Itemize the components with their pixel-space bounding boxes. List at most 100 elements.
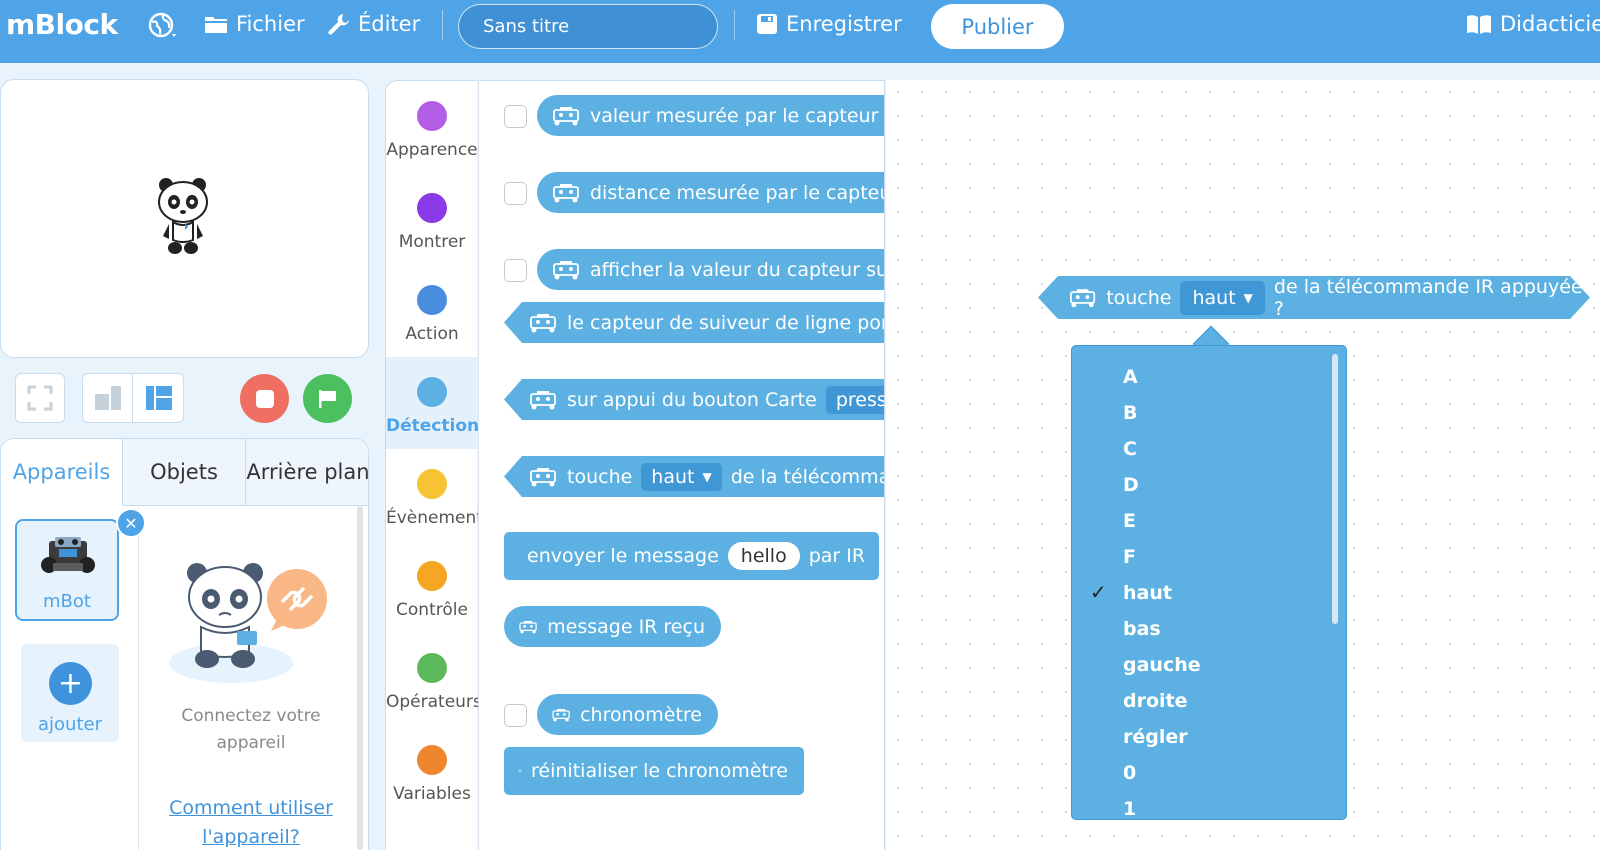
category-action[interactable]: Action xyxy=(386,265,478,357)
file-menu[interactable]: Fichier xyxy=(204,12,305,36)
mbot-icon xyxy=(551,106,581,126)
save-button[interactable]: Enregistrer xyxy=(756,12,902,36)
category-show[interactable]: Montrer xyxy=(386,173,478,265)
disconnected-panda-illustration xyxy=(169,563,327,683)
globe-icon xyxy=(148,12,176,38)
help-link-line-1: Comment utiliser xyxy=(169,797,333,819)
category-variables-dot xyxy=(417,745,447,775)
dropdown-option[interactable]: 1 xyxy=(1123,798,1136,819)
save-icon xyxy=(757,14,777,34)
message-input[interactable]: hello xyxy=(727,542,800,570)
language-button[interactable] xyxy=(148,12,178,40)
project-title-input[interactable] xyxy=(458,4,718,49)
go-button[interactable] xyxy=(303,374,352,423)
device-card-mbot[interactable]: mBot ✕ xyxy=(15,508,146,621)
block-ir-key-pressed[interactable]: touche haut ▼ de la télécomman xyxy=(504,456,884,497)
category-operators-dot xyxy=(417,653,447,683)
block-text: touche xyxy=(1106,286,1172,309)
dropdown-option[interactable]: régler xyxy=(1123,726,1188,748)
mbot-robot-icon xyxy=(41,537,95,573)
book-icon xyxy=(1467,15,1491,34)
dropdown-option[interactable]: D xyxy=(1123,474,1139,496)
publish-button[interactable]: Publier xyxy=(931,4,1064,49)
block-line-follower-port[interactable]: le capteur de suiveur de ligne port xyxy=(504,302,884,343)
tab-backdrop[interactable]: Arrière plan xyxy=(246,439,368,506)
device-panel-scrollbar[interactable] xyxy=(357,506,363,850)
category-show-dot xyxy=(417,193,447,223)
dropdown-option[interactable]: bas xyxy=(1123,618,1161,640)
category-events[interactable]: Évènement xyxy=(386,449,483,541)
plus-icon: + xyxy=(49,662,92,705)
category-label: Variables xyxy=(393,784,471,804)
category-control-dot xyxy=(417,561,447,591)
remove-device-button[interactable]: ✕ xyxy=(116,508,146,538)
dropdown-option[interactable]: B xyxy=(1123,402,1137,424)
panda-sprite[interactable] xyxy=(155,176,211,256)
add-device-button[interactable]: + ajouter xyxy=(21,644,119,742)
connect-hint: Connectez votre appareil xyxy=(141,703,361,757)
small-stage-button[interactable] xyxy=(83,374,133,422)
workspace-block-ir-key-pressed[interactable]: touche haut ▼ de la télécommande IR appu… xyxy=(1038,276,1590,319)
block-board-button[interactable]: sur appui du bouton Carte pressé xyxy=(504,379,884,420)
block-send-ir-message[interactable]: envoyer le message hello par IR xyxy=(504,532,879,580)
block-text: afficher la valeur du capteur suiv xyxy=(590,258,885,281)
category-label: Action xyxy=(405,324,459,344)
block-checkbox[interactable] xyxy=(504,105,527,128)
dropdown-option-selected[interactable]: haut xyxy=(1123,582,1172,604)
dropdown-option[interactable]: 0 xyxy=(1123,762,1136,784)
block-color-sensor-value[interactable]: valeur mesurée par le capteur de xyxy=(537,95,884,136)
dropdown-scrollbar[interactable] xyxy=(1332,354,1338,624)
dropdown-option[interactable]: C xyxy=(1123,438,1137,460)
block-ultrasonic-distance[interactable]: distance mesurée par le capteur xyxy=(537,172,884,213)
block-ir-message-received[interactable]: message IR reçu xyxy=(504,606,721,647)
tutorial-label: Didacticiel xyxy=(1500,12,1600,36)
block-reset-timer[interactable]: réinitialiser le chronomètre xyxy=(504,747,804,795)
mbot-icon xyxy=(551,183,581,203)
category-variables[interactable]: Variables xyxy=(386,725,478,817)
category-operators[interactable]: Opérateurs xyxy=(386,633,482,725)
block-text: de la télécomman xyxy=(730,465,884,488)
block-text: sur appui du bouton Carte xyxy=(567,388,817,411)
dropdown-option[interactable]: A xyxy=(1123,366,1138,388)
category-sensing-dot xyxy=(417,377,447,407)
small-stage-icon xyxy=(94,386,121,410)
layout-toggle xyxy=(82,373,184,423)
category-events-dot xyxy=(417,469,447,499)
block-text: touche xyxy=(567,465,633,488)
dropdown-option[interactable]: E xyxy=(1123,510,1136,532)
stage[interactable] xyxy=(0,79,369,358)
help-link[interactable]: Comment utiliser l'appareil? xyxy=(141,794,361,850)
stop-icon xyxy=(255,389,274,408)
block-text: réinitialiser le chronomètre xyxy=(531,760,788,782)
category-control[interactable]: Contrôle xyxy=(386,541,478,633)
block-line-follower-value[interactable]: afficher la valeur du capteur suiv xyxy=(537,249,885,290)
ir-key-dropdown[interactable]: haut ▼ xyxy=(641,462,722,491)
dropdown-option[interactable]: F xyxy=(1123,546,1136,568)
category-sensing[interactable]: Détection xyxy=(386,357,479,449)
edit-menu[interactable]: Éditer xyxy=(328,12,420,36)
button-state-dropdown[interactable]: pressé xyxy=(825,385,884,414)
category-label: Opérateurs xyxy=(386,692,482,712)
dropdown-value: haut xyxy=(1192,286,1236,309)
block-checkbox[interactable] xyxy=(504,182,527,205)
stop-button[interactable] xyxy=(240,374,289,423)
block-timer[interactable]: chronomètre xyxy=(537,694,718,735)
block-checkbox[interactable] xyxy=(504,259,527,282)
ir-key-dropdown-open[interactable]: haut ▼ xyxy=(1180,281,1264,315)
tab-sprites[interactable]: Objets xyxy=(123,439,246,506)
mbot-icon xyxy=(551,260,581,280)
mbot-icon xyxy=(551,705,571,725)
tutorial-button[interactable]: Didacticiel xyxy=(1466,12,1600,36)
category-looks[interactable]: Apparence xyxy=(386,81,478,173)
mbot-icon xyxy=(518,761,522,781)
block-checkbox[interactable] xyxy=(504,704,527,727)
dropdown-option[interactable]: gauche xyxy=(1123,654,1201,676)
device-panel: Appareils Objets Arrière plan mBot ✕ + a… xyxy=(0,438,369,850)
tab-devices[interactable]: Appareils xyxy=(1,439,123,506)
dropdown-option[interactable]: droite xyxy=(1123,690,1188,712)
category-label: Montrer xyxy=(398,232,466,252)
category-label: Contrôle xyxy=(396,600,468,620)
help-link-line-2: l'appareil? xyxy=(202,826,300,848)
large-stage-button[interactable] xyxy=(134,374,184,422)
fullscreen-button[interactable] xyxy=(15,373,65,423)
